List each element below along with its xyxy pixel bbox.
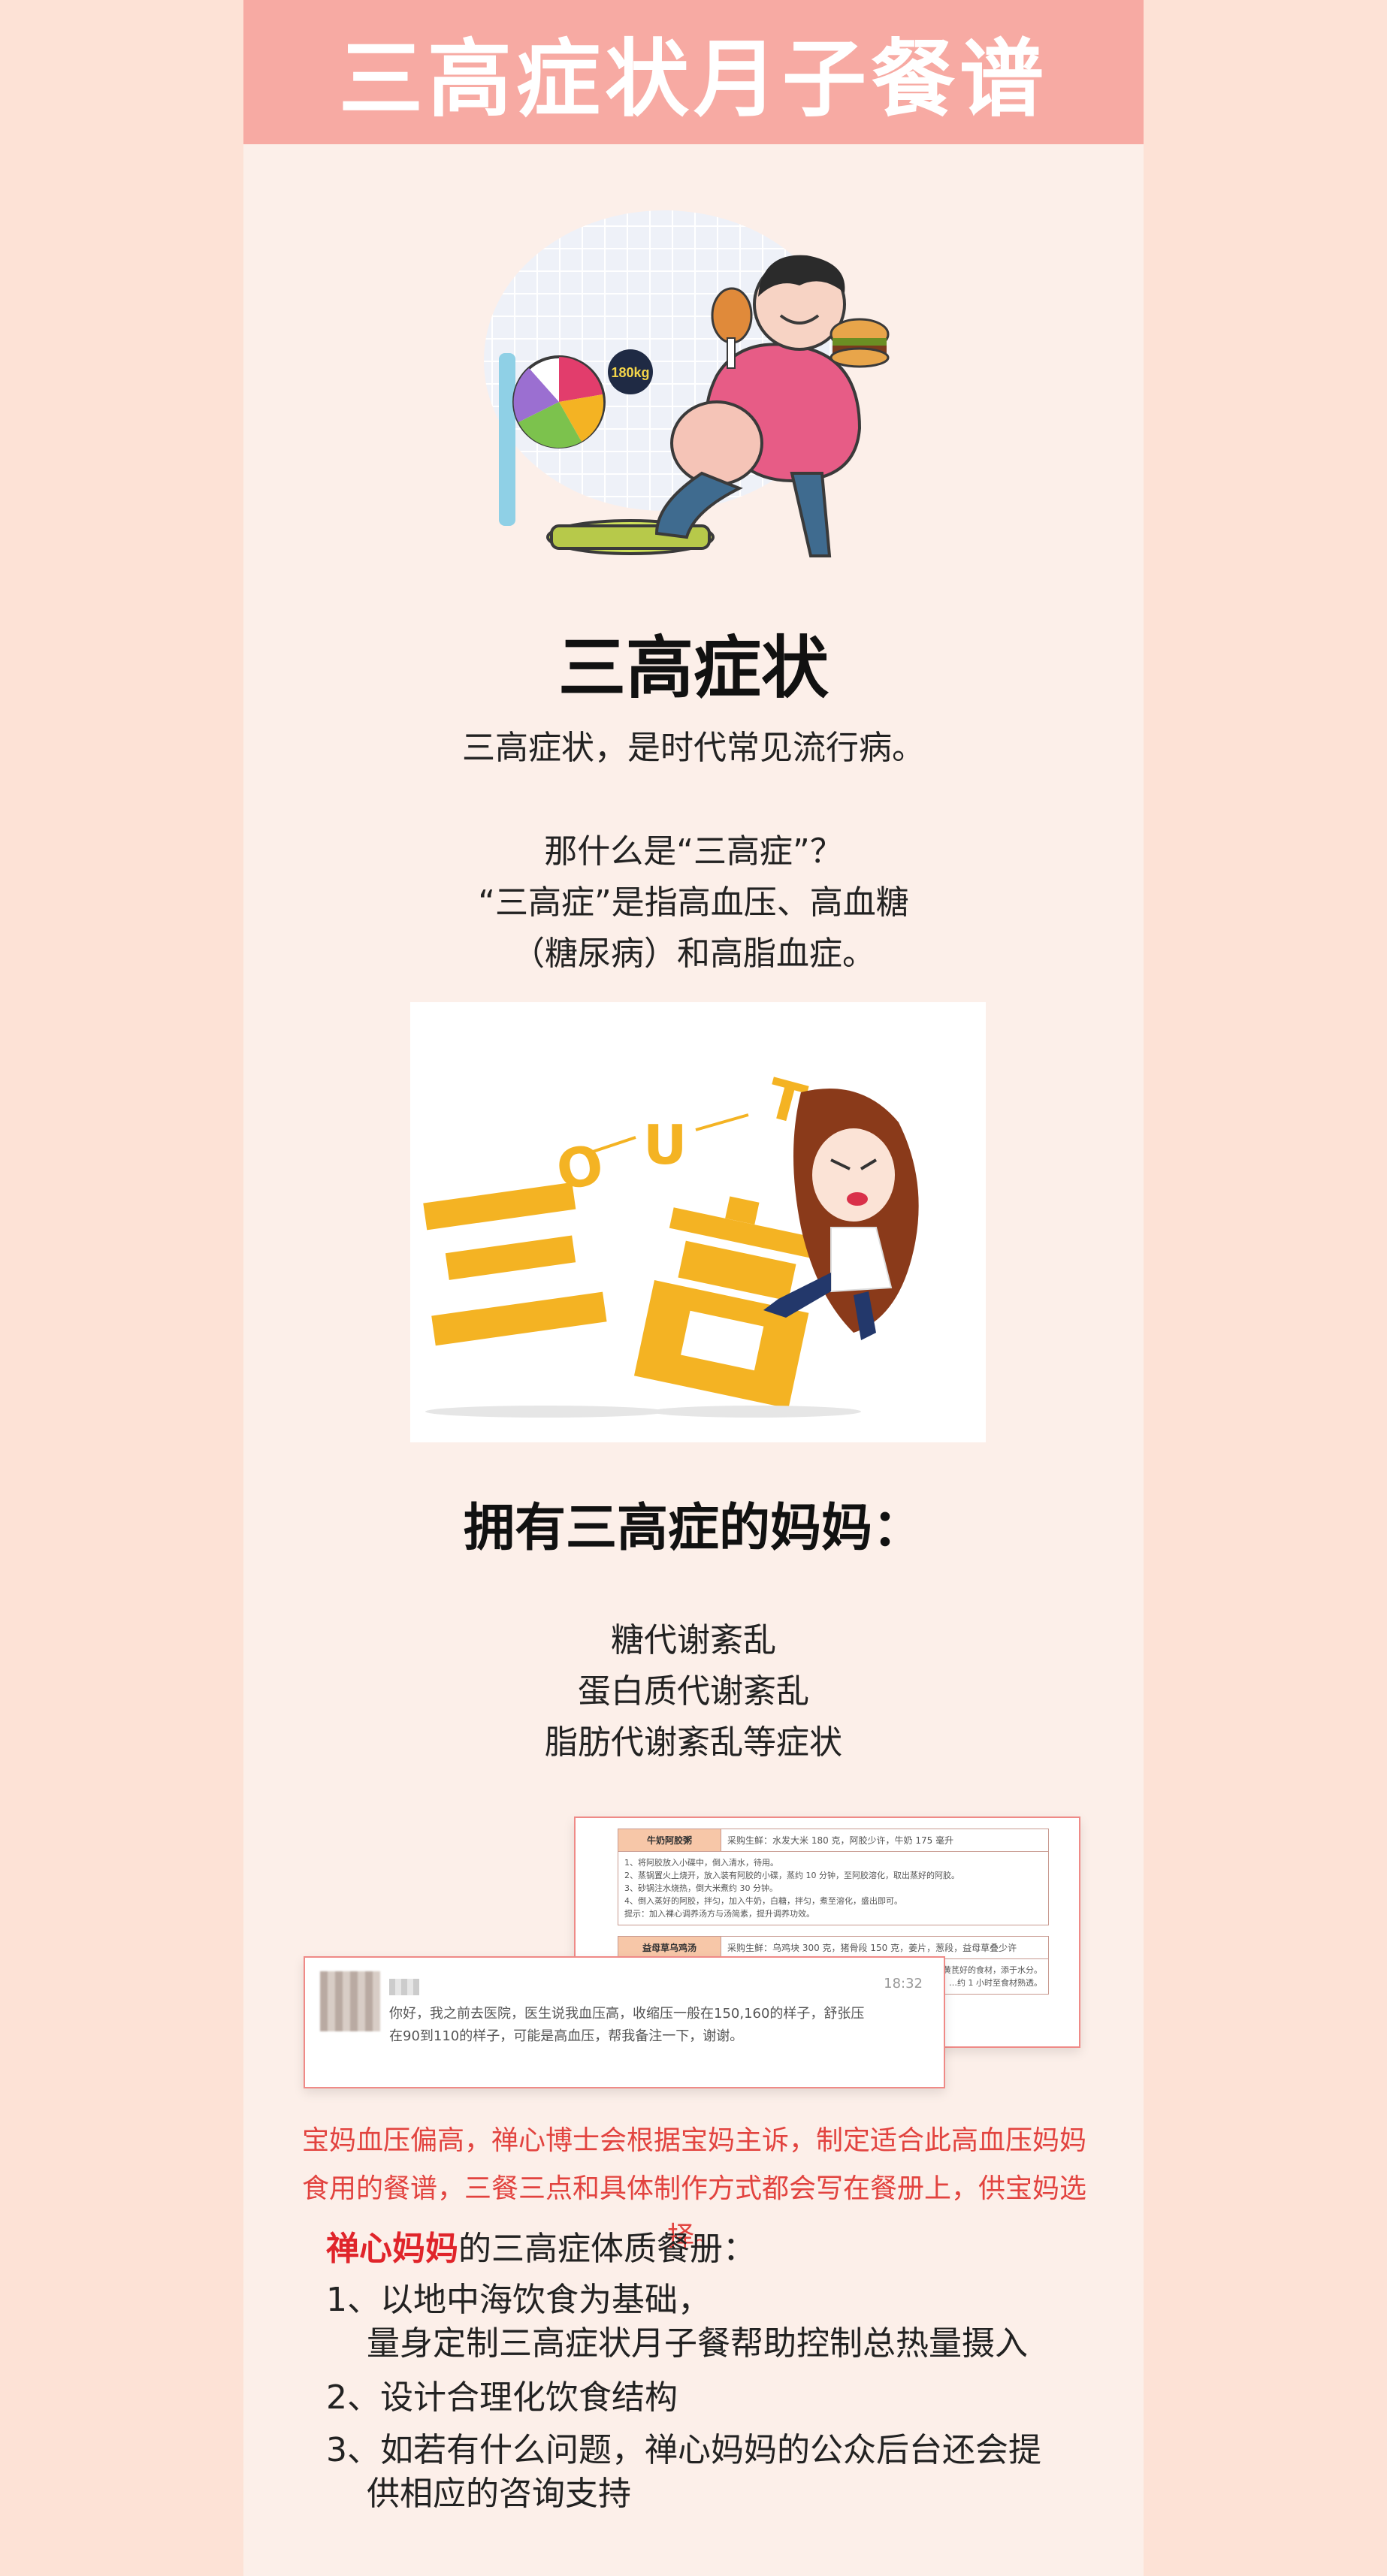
sender-name xyxy=(389,1979,419,1995)
kick-out-illustration: O U T xyxy=(410,1002,986,1442)
list-item-3: 3、如若有什么问题，禅心妈妈的公众后台还会提 xyxy=(326,2429,1077,2472)
symptom-line-1: 糖代谢紊乱 xyxy=(611,1621,776,1659)
dish-1-step-4: 4、倒入蒸好的阿胶，拌匀，加入牛奶，白糖，拌匀，煮至溶化，盛出即可。 xyxy=(624,1896,902,1906)
dish-1-step-1: 1、将阿胶放入小碟中，倒入清水，待用。 xyxy=(624,1858,778,1868)
list-text-3: 如若有什么问题，禅心妈妈的公众后台还会提 xyxy=(380,2431,1041,2469)
overweight-man-illustration: 180kg xyxy=(484,210,890,557)
letter-o: O xyxy=(551,1132,608,1202)
list-item-1: 1、以地中海饮食为基础， xyxy=(326,2279,1077,2322)
dish-1-name: 牛奶阿胶粥 xyxy=(618,1829,721,1852)
recipe-table-1: 牛奶阿胶粥 采购生鲜：水发大米 180 克，阿胶少许，牛奶 175 毫升 1、将… xyxy=(618,1829,1049,1925)
connector-text: 的 xyxy=(458,2230,491,2268)
intro-line-3: “三高症”是指高血压、高血糖 xyxy=(478,883,909,922)
meal-book-title: 禅心妈妈的三高症体质餐册： xyxy=(326,2227,1077,2271)
list-text-2: 设计合理化饮食结构 xyxy=(380,2378,678,2417)
title-banner: 三高症状月子餐谱 xyxy=(243,0,1144,144)
message-time: 18:32 xyxy=(884,1976,923,1992)
letter-u: U xyxy=(643,1113,687,1176)
symptom-line-3: 脂肪代谢紊乱等症状 xyxy=(545,1723,842,1762)
meal-book-label: 三高症体质餐册： xyxy=(491,2230,756,2268)
brand-name: 禅心妈妈 xyxy=(326,2230,458,2268)
page-title: 三高症状月子餐谱 xyxy=(339,31,1048,128)
list-num-1: 1、 xyxy=(326,2281,380,2319)
intro-line-1: 三高症状，是时代常见流行病。 xyxy=(462,729,925,767)
dish-2-ingredients: 采购生鲜：乌鸡块 300 克，猪骨段 150 克，姜片，葱段，益母草叠少许 xyxy=(721,1936,1049,1959)
avatar xyxy=(320,1971,380,2031)
dish-2-name: 益母草乌鸡汤 xyxy=(618,1936,721,1959)
chat-card: 18:32 你好，我之前去医院，医生说我血压高，收缩压一般在150,160的样子… xyxy=(304,1956,945,2088)
dish-1-ingredients: 采购生鲜：水发大米 180 克，阿胶少许，牛奶 175 毫升 xyxy=(721,1829,1049,1852)
chat-message: 你好，我之前去医院，医生说我血压高，收缩压一般在150,160的样子，舒张压在9… xyxy=(389,2006,865,2044)
content-column: 三高症状月子餐谱 180kg 三高症状 三高症状，是时代常见流行病。 那什么是“… xyxy=(243,0,1144,2576)
list-item-1-cont: 量身定制三高症状月子餐帮助控制总热量摄入 xyxy=(367,2324,1028,2363)
list-num-3: 3、 xyxy=(326,2431,380,2469)
dish-1-step-2: 2、蒸锅置火上烧开，放入装有阿胶的小碟，蒸约 10 分钟，至阿胶溶化，取出蒸好的… xyxy=(624,1871,959,1880)
list-item-3-cont: 供相应的咨询支持 xyxy=(367,2475,631,2513)
intro-line-2: 那什么是“三高症”？ xyxy=(544,832,843,871)
dish-1-step-3: 3、砂锅注水烧热，倒大米煮约 30 分钟。 xyxy=(624,1883,778,1893)
heading-mothers: 拥有三高症的妈妈： xyxy=(463,1499,923,1558)
heading-three-highs: 三高症状 xyxy=(558,629,829,708)
list-text-1: 以地中海饮食为基础， xyxy=(380,2281,711,2319)
list-num-2: 2、 xyxy=(326,2378,380,2417)
list-item-2: 2、设计合理化饮食结构 xyxy=(326,2376,1077,2420)
symptom-line-2: 蛋白质代谢紊乱 xyxy=(578,1672,809,1711)
meal-book-section: 禅心妈妈的三高症体质餐册： 1、以地中海饮食为基础， 量身定制三高症状月子餐帮助… xyxy=(326,2227,1077,2528)
intro-line-4: （糖尿病）和高脂血症。 xyxy=(512,935,875,973)
dish-1-tip: 提示：加入裸心调养汤方与汤简素，提升调养功效。 xyxy=(624,1909,814,1919)
scale-label: 180kg xyxy=(611,365,649,380)
